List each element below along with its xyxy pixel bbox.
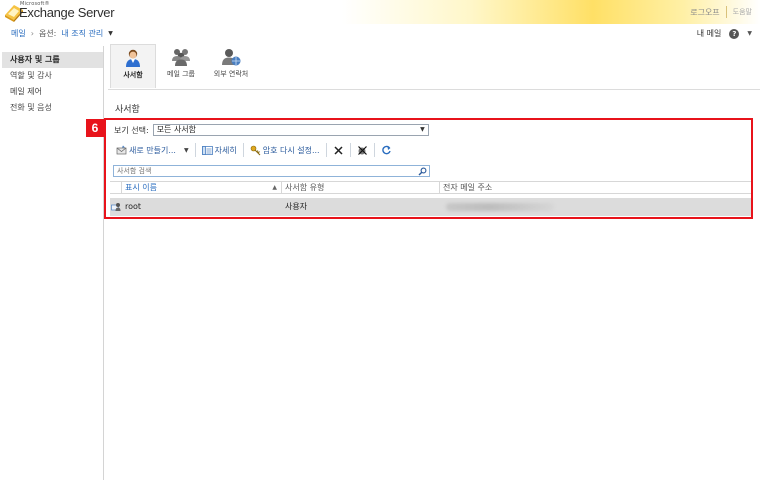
brand-name: Exchange Server bbox=[19, 5, 115, 20]
options-label: 옵션: bbox=[38, 29, 57, 38]
disable-icon bbox=[357, 145, 367, 155]
my-mail-link[interactable]: 내 메일 bbox=[697, 28, 722, 39]
view-selected-value: 모든 사서함 bbox=[156, 125, 197, 134]
new-button[interactable]: 새로 만들기... ▼ bbox=[112, 142, 193, 158]
mailbox-search bbox=[113, 165, 430, 177]
logout-link[interactable]: 로그오프 bbox=[690, 7, 719, 18]
group-icon bbox=[172, 49, 190, 66]
help-icon[interactable]: ? bbox=[729, 28, 740, 39]
chevron-right-icon: › bbox=[30, 29, 34, 38]
dropdown-arrow-icon[interactable]: ▼ bbox=[420, 125, 425, 135]
help-menu-caret-icon[interactable]: ▼ bbox=[747, 30, 752, 37]
view-selector-row: 보기 선택: 모든 사서함 ▼ bbox=[114, 124, 429, 136]
search-icon[interactable] bbox=[418, 167, 427, 176]
tabs-divider bbox=[108, 89, 760, 90]
disable-button[interactable] bbox=[353, 142, 372, 158]
column-header-display-name[interactable]: 표시 이름 ▲ bbox=[122, 182, 282, 193]
header-divider bbox=[725, 6, 727, 18]
grid-header: 표시 이름 ▲ 사서함 유형 전자 메일 주소 bbox=[110, 181, 751, 194]
new-button-label: 새로 만들기... bbox=[129, 145, 176, 155]
toolbar-divider bbox=[373, 143, 375, 157]
reset-password-label: 암호 다시 설정... bbox=[262, 145, 320, 155]
tab-external-contacts[interactable]: 외부 연락처 bbox=[206, 44, 256, 88]
user-icon bbox=[126, 49, 140, 67]
sidebar-item-phone-voice[interactable]: 전화 및 음성 bbox=[0, 100, 103, 116]
object-tabs: 사서함 메일 그룹 외부 연락처 bbox=[110, 44, 258, 90]
redacted-email bbox=[446, 203, 554, 211]
search-input[interactable] bbox=[114, 166, 414, 176]
refresh-icon bbox=[381, 145, 391, 154]
details-button[interactable]: 자세히 bbox=[198, 142, 241, 158]
mailbox-user-icon bbox=[111, 203, 121, 211]
toolbar-divider bbox=[242, 143, 244, 157]
tab-mailboxes[interactable]: 사서함 bbox=[110, 44, 156, 88]
mail-link[interactable]: 메일 bbox=[11, 28, 26, 39]
breadcrumb: 메일 › 옵션: 내 조직 관리 ▼ bbox=[11, 28, 113, 39]
toolbar-divider bbox=[325, 143, 327, 157]
column-header-mailbox-type[interactable]: 사서함 유형 bbox=[282, 182, 440, 193]
tab-label: 외부 연락처 bbox=[213, 70, 249, 78]
toolbar-divider bbox=[194, 143, 196, 157]
email-cell bbox=[440, 198, 751, 216]
refresh-button[interactable] bbox=[377, 142, 396, 158]
tab-label: 사서함 bbox=[123, 71, 143, 79]
sidebar-item-mail-control[interactable]: 메일 제어 bbox=[0, 84, 103, 100]
select-column-header bbox=[110, 182, 122, 193]
toolbar-divider bbox=[349, 143, 351, 157]
tab-label: 메일 그룹 bbox=[167, 70, 195, 78]
sort-ascending-icon: ▲ bbox=[272, 184, 277, 191]
contact-icon bbox=[222, 49, 241, 66]
key-icon bbox=[250, 145, 261, 155]
sidebar-item-users-groups[interactable]: 사용자 및 그룹 bbox=[2, 52, 103, 68]
mailbox-grid: 표시 이름 ▲ 사서함 유형 전자 메일 주소 root 사용자 bbox=[110, 181, 751, 216]
table-row[interactable]: root 사용자 bbox=[110, 198, 751, 216]
step-badge: 6 bbox=[86, 119, 104, 137]
delete-button[interactable] bbox=[329, 142, 348, 158]
column-header-email[interactable]: 전자 메일 주소 bbox=[440, 182, 751, 193]
column-label: 표시 이름 bbox=[125, 183, 157, 192]
section-title: 사서함 bbox=[115, 105, 140, 115]
display-name-cell: root bbox=[125, 202, 142, 211]
left-sidebar: 사용자 및 그룹 역할 및 감사 메일 제어 전화 및 음성 bbox=[0, 46, 104, 480]
header-links: 로그오프 도움말 bbox=[690, 6, 752, 18]
app-header: Microsoft® Exchange Server 로그오프 도움말 bbox=[0, 0, 760, 24]
caret-down-icon[interactable]: ▼ bbox=[108, 30, 113, 37]
new-menu-caret-icon[interactable]: ▼ bbox=[184, 147, 189, 154]
mailbox-type-cell: 사용자 bbox=[285, 202, 308, 211]
nav-right: 내 메일 ? ▼ bbox=[697, 28, 752, 39]
nav-bar: 메일 › 옵션: 내 조직 관리 ▼ 내 메일 ? ▼ bbox=[0, 24, 760, 46]
details-button-label: 자세히 bbox=[214, 145, 237, 155]
view-label: 보기 선택: bbox=[114, 125, 149, 135]
sidebar-item-roles-auditing[interactable]: 역할 및 감사 bbox=[0, 68, 103, 84]
toolbar: 새로 만들기... ▼ 자세히 암호 다시 설정... bbox=[112, 140, 750, 160]
view-select[interactable]: 모든 사서함 ▼ bbox=[152, 124, 429, 136]
tab-distribution-groups[interactable]: 메일 그룹 bbox=[158, 44, 204, 88]
reset-password-button[interactable]: 암호 다시 설정... bbox=[246, 142, 324, 158]
details-icon bbox=[201, 145, 213, 155]
new-mailbox-icon bbox=[116, 145, 127, 154]
scope-selector[interactable]: 내 조직 관리 bbox=[61, 28, 103, 39]
row-type-cell bbox=[110, 198, 122, 216]
close-icon bbox=[334, 145, 343, 155]
help-link[interactable]: 도움말 bbox=[733, 7, 752, 17]
